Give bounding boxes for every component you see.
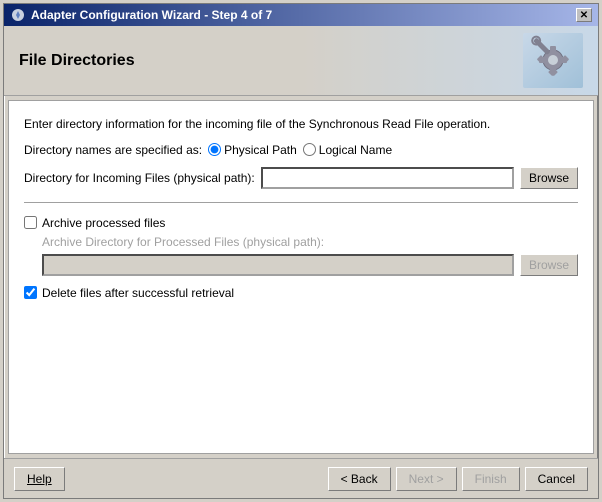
- title-bar-left: Adapter Configuration Wizard - Step 4 of…: [10, 7, 272, 23]
- directory-names-label: Directory names are specified as:: [24, 143, 202, 157]
- logical-name-label: Logical Name: [319, 143, 392, 157]
- incoming-files-label: Directory for Incoming Files (physical p…: [24, 171, 255, 185]
- directory-names-row: Directory names are specified as: Physic…: [24, 143, 578, 157]
- incoming-files-row: Directory for Incoming Files (physical p…: [24, 167, 578, 189]
- archive-dir-row: Browse: [42, 254, 578, 276]
- cancel-button[interactable]: Cancel: [525, 467, 588, 491]
- archive-checkbox[interactable]: [24, 216, 37, 229]
- help-button[interactable]: Help: [14, 467, 65, 491]
- description-text: Enter directory information for the inco…: [24, 116, 578, 133]
- archive-dir-input[interactable]: [42, 254, 514, 276]
- delete-files-checkbox[interactable]: [24, 286, 37, 299]
- gear-icon: [523, 33, 583, 88]
- delete-files-label[interactable]: Delete files after successful retrieval: [42, 286, 234, 300]
- header-section: File Directories: [4, 26, 598, 96]
- footer-right: < Back Next > Finish Cancel: [328, 467, 588, 491]
- window-title: Adapter Configuration Wizard - Step 4 of…: [31, 8, 272, 22]
- physical-path-radio[interactable]: [208, 143, 221, 156]
- back-button[interactable]: < Back: [328, 467, 391, 491]
- divider: [24, 202, 578, 203]
- window-icon: [10, 7, 26, 23]
- footer-left: Help: [14, 467, 65, 491]
- next-button[interactable]: Next >: [396, 467, 457, 491]
- page-title: File Directories: [19, 52, 135, 70]
- content-area: Enter directory information for the inco…: [8, 100, 594, 454]
- incoming-files-input[interactable]: [261, 167, 514, 189]
- incoming-browse-button[interactable]: Browse: [520, 167, 578, 189]
- logical-name-option[interactable]: Logical Name: [303, 143, 392, 157]
- archive-section: Archive processed files Archive Director…: [24, 216, 578, 276]
- footer: Help < Back Next > Finish Cancel: [4, 458, 598, 498]
- title-bar: Adapter Configuration Wizard - Step 4 of…: [4, 4, 598, 26]
- delete-files-row: Delete files after successful retrieval: [24, 286, 578, 300]
- main-window: Adapter Configuration Wizard - Step 4 of…: [3, 3, 599, 499]
- archive-sub-section: Archive Directory for Processed Files (p…: [42, 235, 578, 276]
- archive-checkbox-row: Archive processed files: [24, 216, 578, 230]
- close-button[interactable]: ✕: [576, 8, 592, 22]
- archive-checkbox-label[interactable]: Archive processed files: [42, 216, 165, 230]
- archive-dir-label: Archive Directory for Processed Files (p…: [42, 235, 578, 249]
- physical-path-label: Physical Path: [224, 143, 297, 157]
- archive-browse-button[interactable]: Browse: [520, 254, 578, 276]
- physical-path-option[interactable]: Physical Path: [208, 143, 297, 157]
- finish-button[interactable]: Finish: [462, 467, 520, 491]
- logical-name-radio[interactable]: [303, 143, 316, 156]
